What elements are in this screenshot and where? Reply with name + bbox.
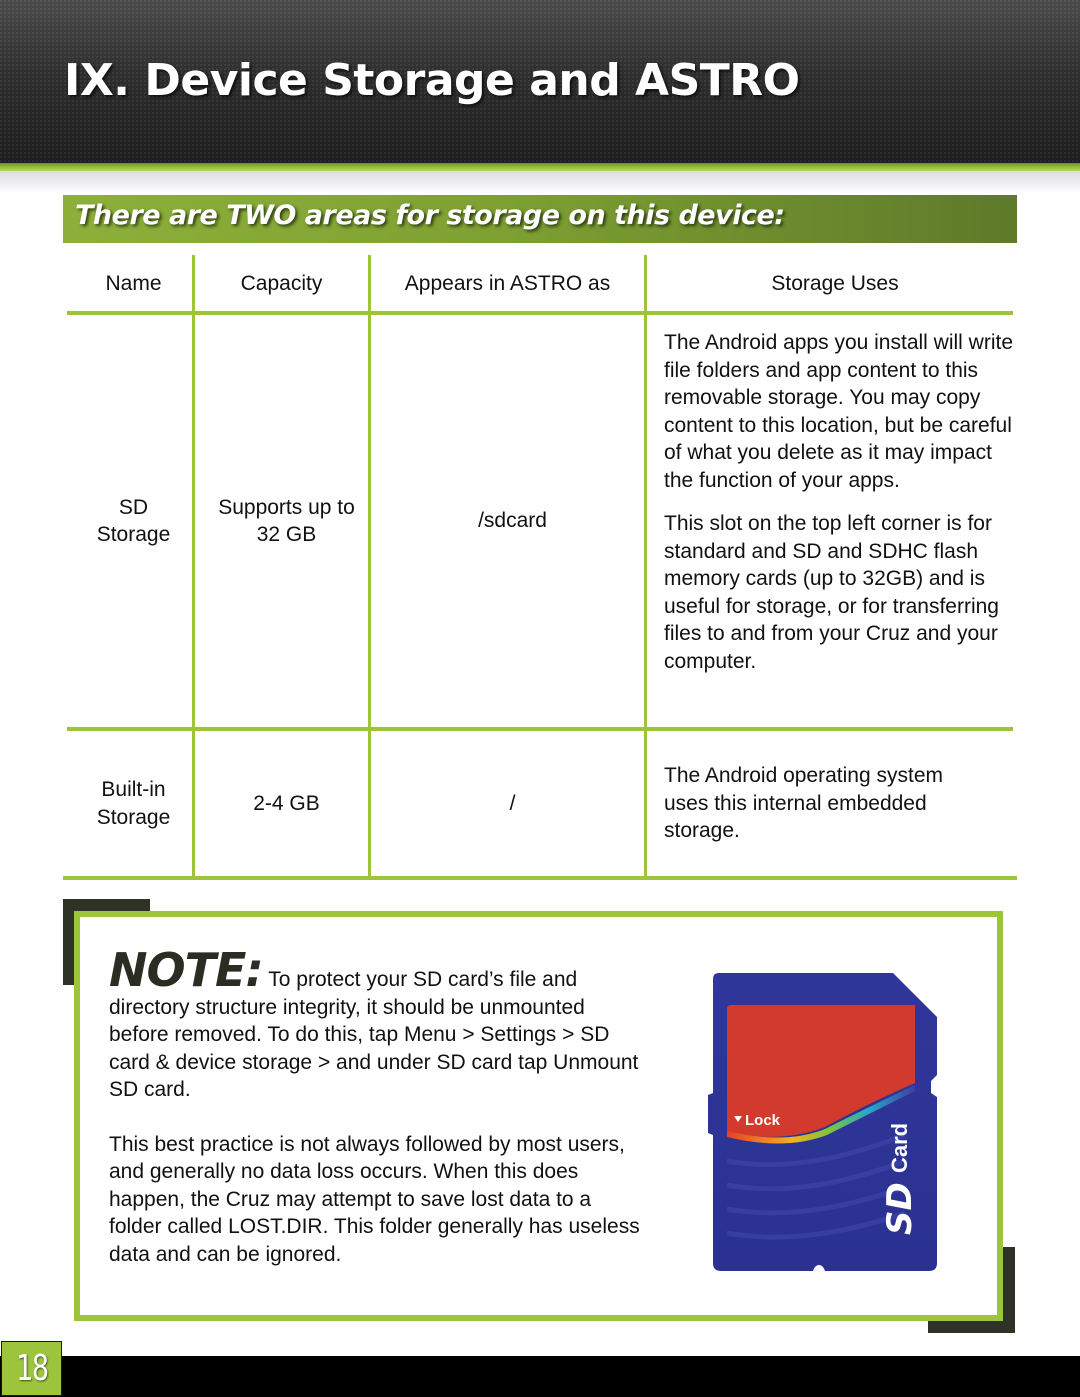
table-row-builtin-name: Built-in Storage [75,731,192,876]
cell-text: Storage [96,805,171,829]
column-header-uses: Storage Uses [647,258,1023,310]
page-number-text: 18 [15,1348,49,1389]
column-header-label: Name [105,272,162,296]
column-header-label: Capacity [240,272,323,296]
cell-text: Storage [96,523,171,546]
column-header-name: Name [75,258,192,310]
sd-card-card-text: Card [887,1123,912,1173]
section-subtitle: There are TWO areas for storage on this … [75,200,785,231]
table-row-sd-capacity: Supports up to 32 GB [195,315,378,727]
note-paragraph-2: This best practice is not always followe… [109,1132,640,1266]
page-number: 18 [1,1341,62,1396]
cell-text: SD [118,495,149,519]
table-divider [63,876,1017,880]
table-row-sd-astro: /sdcard [371,315,654,727]
note-label: NOTE: [109,943,264,997]
page-title: IX. Device Storage and ASTRO [64,55,800,106]
header-shadow [0,171,1080,193]
cell-paragraph: The Android operating system uses this i… [664,764,943,843]
column-header-astro: Appears in ASTRO as [371,258,644,310]
footer-bar [0,1356,1080,1397]
cell-paragraph: The Android apps you install will write … [664,331,1014,492]
column-header-label: Appears in ASTRO as [404,272,611,296]
header-accent-stripe [0,163,1080,171]
note-text: NOTE: To protect your SD card’s file and… [109,947,649,1268]
sd-card-icon: Lock SD Card [708,973,937,1271]
column-header-label: Storage Uses [771,272,899,296]
cell-text: 32 GB [256,523,317,546]
cell-text: 2-4 GB [253,791,320,815]
table-row-builtin-uses: The Android operating system uses this i… [664,731,984,876]
cell-paragraph: This slot on the top left corner is for … [664,512,999,673]
page-header: IX. Device Storage and ASTRO [0,0,1080,163]
table-row-sd-uses: The Android apps you install will write … [664,329,1014,713]
column-header-capacity: Capacity [195,258,368,310]
sd-card-brand-text: SD [880,1182,920,1235]
sd-card-lock-text: Lock [745,1112,781,1129]
cell-text: / [509,791,516,815]
cell-text: Supports up to [218,495,355,519]
cell-text: /sdcard [478,509,547,533]
table-row-sd-name: SD Storage [75,315,192,727]
note-paragraph: NOTE: To protect your SD card’s file and… [109,947,649,1104]
cell-text: Built-in [101,778,166,801]
section-subtitle-bar: There are TWO areas for storage on this … [63,195,1017,243]
table-row-builtin-capacity: 2-4 GB [195,731,378,876]
table-row-builtin-astro: / [371,731,654,876]
